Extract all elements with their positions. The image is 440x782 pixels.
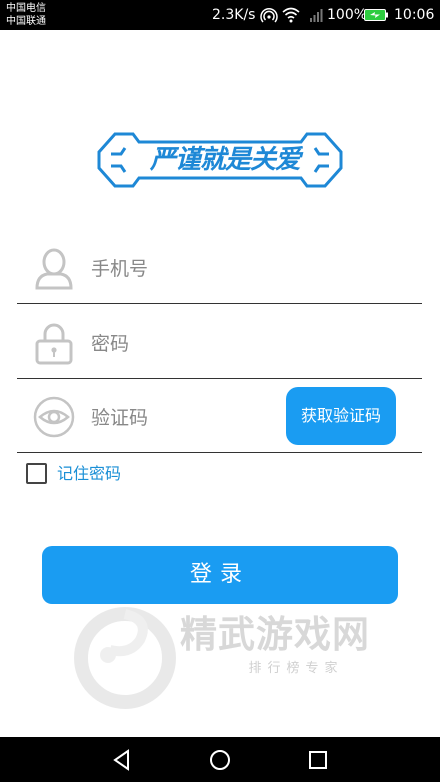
eye-icon [33,396,75,438]
phone-row [17,234,422,304]
verification-code-input[interactable] [91,403,281,433]
recents-icon[interactable] [306,748,330,772]
back-icon[interactable] [110,748,134,772]
carrier-label-1: 中国电信 [6,3,46,14]
network-speed: 2.3K/s [212,7,256,23]
password-row [17,309,422,379]
carrier-label-2: 中国联通 [6,16,46,27]
signal-icon [310,9,323,22]
get-code-button[interactable]: 获取验证码 [286,387,396,445]
phone-input[interactable] [91,254,281,284]
wifi-icon [282,7,300,23]
hotspot-icon [260,7,278,23]
watermark-subtitle: 排行榜专家 [248,661,344,676]
home-icon[interactable] [208,748,232,772]
system-nav-bar [0,737,440,782]
battery-charging-icon [364,9,388,21]
watermark-logo [74,607,176,709]
login-button[interactable]: 登录 [42,546,398,604]
user-icon [35,248,73,290]
remember-password-label[interactable]: 记住密码 [57,463,121,484]
brand-slogan: 严谨就是关爱 [149,145,301,175]
login-screen: 中国电信 中国联通 2.3K/s 100% 10:06 严谨就是关爱 手机号 验… [0,0,440,782]
lock-icon [35,323,73,365]
battery-percent: 100% [327,7,368,23]
status-bar: 中国电信 中国联通 2.3K/s 100% 10:06 [0,0,440,30]
remember-password-checkbox[interactable] [26,463,47,484]
watermark-title: 精武游戏网 [180,613,370,656]
clock: 10:06 [394,7,435,23]
password-input[interactable] [91,329,281,359]
